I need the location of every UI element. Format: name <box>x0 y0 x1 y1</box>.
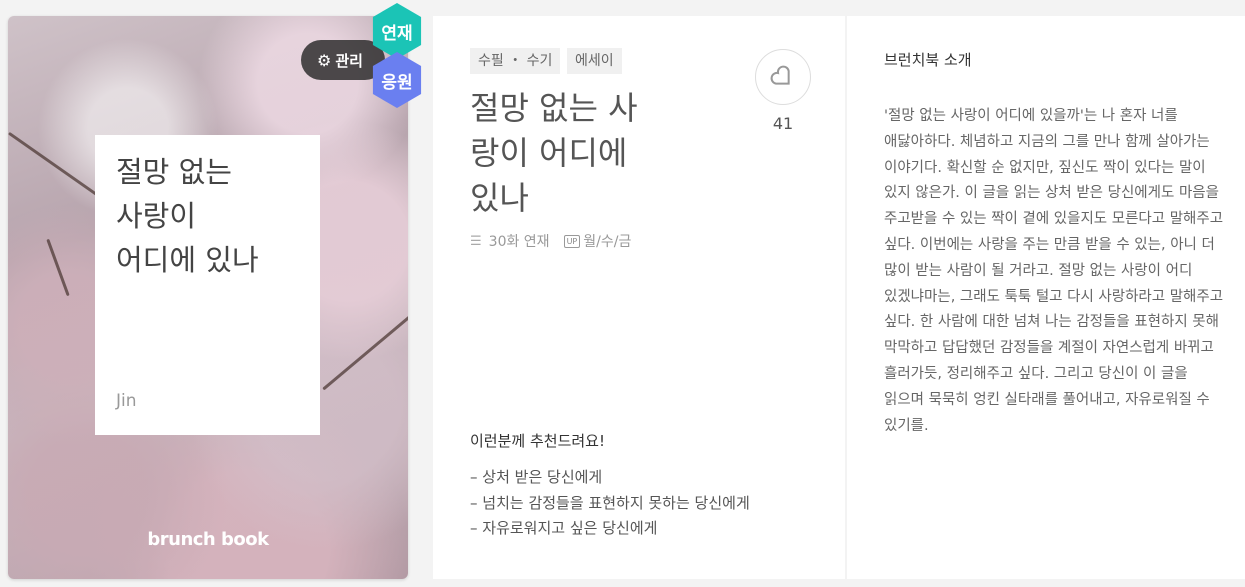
tag-essay[interactable]: 에세이 <box>567 48 622 74</box>
cherry-branch <box>8 131 109 204</box>
intro-title: 브런치북 소개 <box>884 51 972 69</box>
brunch-book-logo: brunch book <box>147 529 269 550</box>
tag-essay-memoir[interactable]: 수필 ・ 수기 <box>470 48 561 74</box>
book-cover[interactable]: 절망 없는 사랑이 어디에 있나 Jin brunch book <box>8 16 408 579</box>
episode-count: 30화 연재 <box>488 234 550 250</box>
book-title: 절망 없는 사랑이 어디에 있나 <box>470 89 638 217</box>
publish-schedule: 월/수/금 <box>583 234 632 250</box>
cover-author: Jin <box>116 391 137 411</box>
list-item: – 넘치는 감정들을 표현하지 못하는 당신에게 <box>470 493 750 512</box>
book-meta: ☰ 30화 연재 UP 월/수/금 <box>470 231 631 251</box>
book-info-panel: 수필 ・ 수기 에세이 절망 없는 사랑이 어디에 있나 ☰ 30화 연재 UP… <box>433 16 845 579</box>
intro-body: '절망 없는 사랑이 어디에 있을까'는 나 혼자 너를 애닳아하다. 체념하고… <box>884 108 1224 434</box>
update-icon: UP <box>563 234 581 248</box>
manage-label: 관리 <box>335 51 363 70</box>
recommend-list: – 상처 받은 당신에게 – 넘치는 감정들을 표현하지 못하는 당신에게 – … <box>470 465 750 542</box>
list-item: – 상처 받은 당신에게 <box>470 468 603 486</box>
manage-button[interactable]: ⚙ 관리 <box>301 40 385 80</box>
list-item: – 자유로워지고 싶은 당신에게 <box>470 519 658 537</box>
book-intro-panel: 브런치북 소개 '절망 없는 사랑이 어디에 있을까'는 나 혼자 너를 애닳아… <box>847 16 1245 579</box>
like-count: 41 <box>772 114 794 133</box>
heart-icon <box>770 65 790 85</box>
like-button[interactable] <box>755 49 811 105</box>
list-icon: ☰ <box>470 233 482 249</box>
cover-title-card: 절망 없는 사랑이 어디에 있나 Jin <box>95 135 320 435</box>
cover-title: 절망 없는 사랑이 어디에 있나 <box>116 155 259 277</box>
recommend-title: 이런분께 추천드려요! <box>470 432 605 450</box>
gear-icon: ⚙ <box>317 50 332 70</box>
cherry-branch <box>46 238 70 297</box>
cherry-branch <box>322 304 408 391</box>
